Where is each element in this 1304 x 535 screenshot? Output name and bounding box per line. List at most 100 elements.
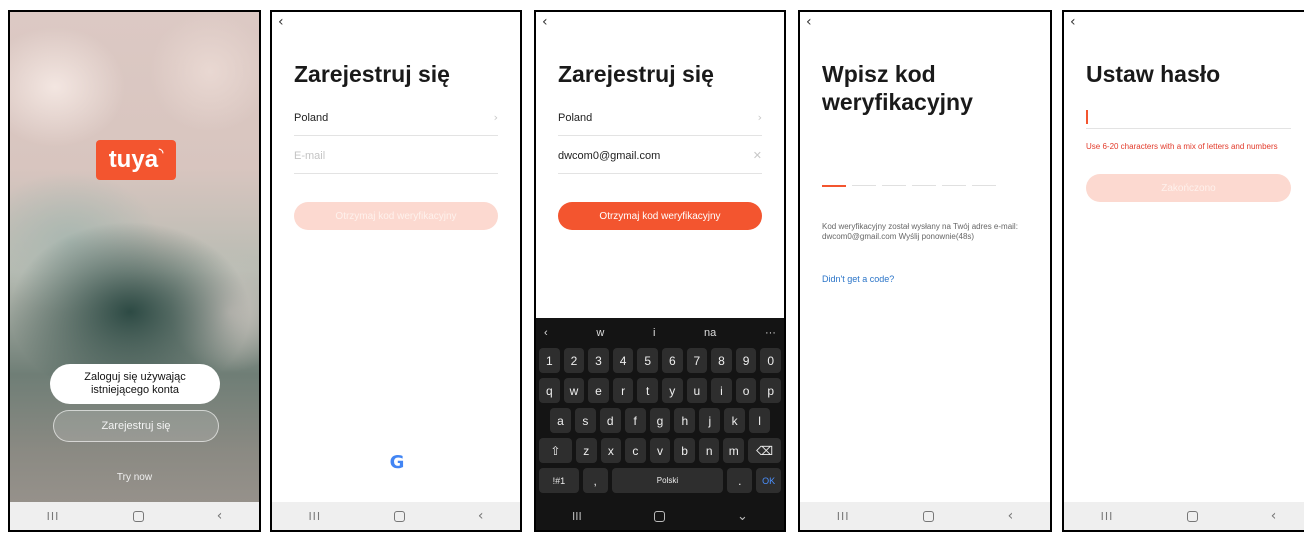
ok-key[interactable]: OK: [756, 468, 781, 493]
register-button[interactable]: Zarejestruj się: [53, 410, 219, 442]
key[interactable]: s: [574, 408, 596, 433]
login-existing-account-button[interactable]: Zaloguj się używając istniejącego konta: [50, 364, 220, 404]
key[interactable]: f: [624, 408, 646, 433]
recent-apps-icon[interactable]: III: [837, 510, 850, 523]
recent-apps-icon[interactable]: III: [572, 510, 582, 523]
backspace-key-icon[interactable]: ⌫: [748, 438, 782, 463]
code-digit-6[interactable]: [972, 185, 996, 186]
google-login-icon[interactable]: G: [386, 452, 408, 474]
key[interactable]: c: [625, 438, 646, 463]
code-digit-3[interactable]: [882, 185, 906, 186]
key[interactable]: l: [749, 408, 771, 433]
password-field[interactable]: [1086, 128, 1291, 129]
code-digit-2[interactable]: [852, 185, 876, 186]
key[interactable]: 6: [662, 348, 683, 373]
back-arrow-icon[interactable]: ‹: [1070, 14, 1076, 30]
suggestion[interactable]: na: [704, 327, 716, 339]
try-now-link[interactable]: Try now: [10, 472, 259, 483]
keyboard-row-z: ⇧ z x c v b n m ⌫: [536, 438, 784, 463]
recent-apps-icon[interactable]: III: [1101, 510, 1114, 523]
key[interactable]: w: [563, 378, 585, 403]
key[interactable]: 8: [711, 348, 732, 373]
phone-screen-register-filled: ‹ Zarejestruj się Poland › dwcom0@gmail.…: [534, 10, 786, 532]
password-hint: Use 6-20 characters with a mix of letter…: [1086, 142, 1278, 151]
back-arrow-icon[interactable]: ‹: [542, 14, 548, 30]
key[interactable]: o: [735, 378, 757, 403]
home-icon[interactable]: [1186, 510, 1198, 522]
key[interactable]: 0: [760, 348, 781, 373]
comma-key[interactable]: ,: [582, 468, 608, 493]
code-digit-1[interactable]: [822, 185, 846, 187]
home-icon[interactable]: [132, 510, 144, 522]
email-field[interactable]: E-mail: [294, 138, 498, 174]
key[interactable]: j: [699, 408, 721, 433]
back-arrow-icon[interactable]: ‹: [278, 14, 284, 30]
key[interactable]: z: [575, 438, 597, 463]
key[interactable]: 9: [735, 348, 757, 373]
get-verification-code-button[interactable]: Otrzymaj kod weryfikacyjny: [294, 202, 498, 230]
key[interactable]: i: [711, 378, 732, 403]
password-input-cursor[interactable]: [1086, 110, 1088, 124]
chevron-left-icon[interactable]: ‹: [544, 327, 548, 339]
key[interactable]: n: [698, 438, 720, 463]
key[interactable]: r: [612, 378, 634, 403]
key[interactable]: p: [760, 378, 781, 403]
phone-screen-set-password: ‹ Ustaw hasło Use 6-20 characters with a…: [1062, 10, 1304, 532]
key[interactable]: a: [550, 408, 571, 433]
symbols-key[interactable]: !#1: [539, 468, 579, 493]
country-value: Poland: [558, 111, 593, 124]
verification-info-text: Kod weryfikacyjny został wysłany na Twój…: [822, 222, 1018, 241]
more-icon[interactable]: ···: [765, 327, 776, 339]
get-verification-code-button[interactable]: Otrzymaj kod weryfikacyjny: [558, 202, 762, 230]
key[interactable]: x: [600, 438, 622, 463]
key[interactable]: t: [637, 378, 658, 403]
key[interactable]: d: [599, 408, 621, 433]
phone-screen-welcome: tuya ◝ Zaloguj się używając istniejącego …: [8, 10, 261, 532]
key[interactable]: y: [662, 378, 683, 403]
recent-apps-icon[interactable]: III: [47, 510, 60, 523]
home-icon[interactable]: [653, 510, 665, 522]
system-nav-bar: III ‹: [272, 502, 520, 530]
key[interactable]: 4: [612, 348, 634, 373]
back-icon[interactable]: ‹: [1271, 508, 1277, 524]
period-key[interactable]: .: [727, 468, 753, 493]
clear-icon[interactable]: ✕: [753, 149, 762, 162]
key[interactable]: b: [674, 438, 695, 463]
key[interactable]: e: [588, 378, 609, 403]
back-icon[interactable]: ‹: [478, 508, 484, 524]
key[interactable]: 7: [686, 348, 708, 373]
country-selector[interactable]: Poland ›: [558, 100, 762, 136]
code-digit-4[interactable]: [912, 185, 936, 186]
space-key[interactable]: Polski: [611, 468, 724, 493]
country-selector[interactable]: Poland ›: [294, 100, 498, 136]
code-digit-5[interactable]: [942, 185, 966, 186]
hide-keyboard-icon[interactable]: ⌄: [737, 509, 748, 524]
key[interactable]: 5: [637, 348, 658, 373]
resend-code-link[interactable]: Didn't get a code?: [822, 274, 894, 284]
key[interactable]: h: [674, 408, 696, 433]
system-nav-bar: III ‹: [1064, 502, 1304, 530]
finish-button[interactable]: Zakończono: [1086, 174, 1291, 202]
key[interactable]: g: [649, 408, 671, 433]
page-title: Wpisz kod weryfikacyjny: [822, 61, 973, 115]
suggestion[interactable]: i: [653, 327, 655, 339]
key[interactable]: q: [539, 378, 560, 403]
home-icon[interactable]: [923, 510, 935, 522]
back-arrow-icon[interactable]: ‹: [806, 14, 812, 30]
suggestion[interactable]: w: [596, 327, 604, 339]
email-field[interactable]: dwcom0@gmail.com ✕: [558, 138, 762, 174]
key[interactable]: k: [724, 408, 746, 433]
key[interactable]: 3: [588, 348, 609, 373]
key[interactable]: m: [723, 438, 745, 463]
key[interactable]: 1: [539, 348, 560, 373]
back-icon[interactable]: ‹: [217, 508, 223, 524]
recent-apps-icon[interactable]: III: [308, 510, 321, 523]
shift-key-icon[interactable]: ⇧: [538, 438, 572, 463]
key[interactable]: v: [649, 438, 671, 463]
key[interactable]: u: [686, 378, 708, 403]
back-icon[interactable]: ‹: [1008, 508, 1014, 524]
page-title: Zarejestruj się: [558, 61, 714, 87]
page-title: Zarejestruj się: [294, 61, 450, 87]
key[interactable]: 2: [563, 348, 585, 373]
home-icon[interactable]: [394, 510, 406, 522]
